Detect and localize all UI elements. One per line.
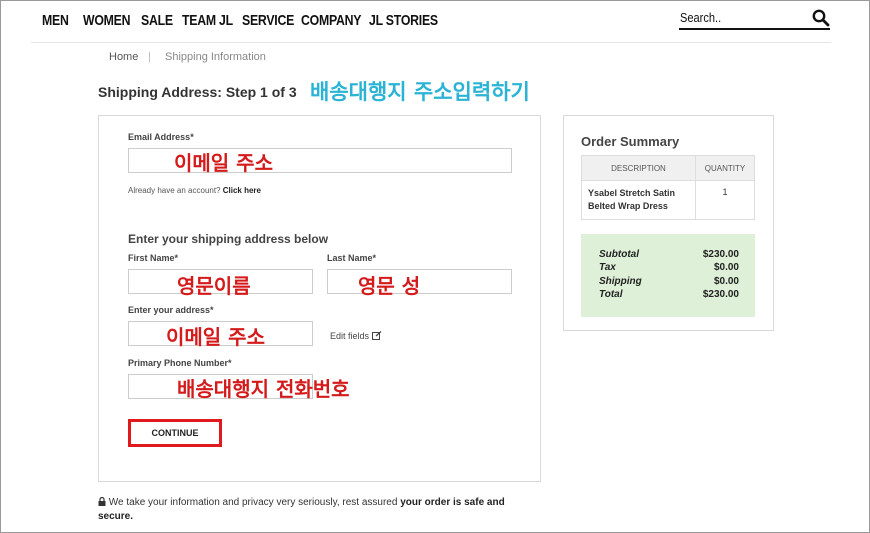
address-label: Enter your address* [128, 305, 214, 315]
click-here-link[interactable]: Click here [223, 186, 261, 195]
total-value: $230.00 [702, 289, 739, 300]
col-description: DESCRIPTION [581, 155, 696, 181]
account-prompt: Already have an account? Click here [128, 186, 261, 195]
privacy-text: We take your information and privacy ver… [108, 497, 398, 508]
total-label: Total [599, 289, 623, 300]
account-text: Already have an account? [128, 186, 221, 195]
search-underline [679, 28, 830, 30]
col-quantity: QUANTITY [695, 155, 755, 181]
nav-service[interactable]: SERVICE [242, 12, 294, 29]
phone-label: Primary Phone Number* [128, 358, 232, 368]
email-label: Email Address* [128, 132, 194, 142]
nav-divider [31, 42, 831, 43]
subtotal-row: Subtotal $230.00 [599, 249, 739, 260]
tax-row: Tax $0.00 [599, 262, 739, 273]
nav-women[interactable]: WOMEN [83, 12, 131, 29]
shipping-value: $0.00 [713, 276, 739, 287]
nav-jl-stories[interactable]: JL STORIES [369, 12, 438, 29]
search-input[interactable]: Search.. [680, 10, 721, 25]
first-name-annotation: 영문이름 [177, 274, 251, 298]
phone-annotation: 배송대행지 전화번호 [177, 377, 350, 401]
total-row: Total $230.00 [599, 289, 739, 300]
table-header-row: DESCRIPTION QUANTITY [581, 155, 755, 181]
tax-value: $0.00 [713, 262, 739, 273]
breadcrumb-current: Shipping Information [165, 51, 266, 63]
order-summary-title: Order Summary [581, 134, 680, 149]
edit-icon [371, 331, 381, 340]
tax-label: Tax [599, 262, 616, 273]
address-annotation: 이메일 주소 [166, 325, 265, 349]
continue-button[interactable]: CONTINUE [128, 419, 222, 447]
item-quantity: 1 [695, 180, 755, 220]
subtotal-label: Subtotal [599, 249, 639, 260]
search-icon[interactable] [812, 9, 830, 27]
privacy-note: We take your information and privacy ver… [98, 496, 518, 524]
last-name-annotation: 영문 성 [358, 274, 421, 298]
title-annotation: 배송대행지 주소입력하기 [310, 80, 530, 104]
first-name-label: First Name* [128, 253, 179, 263]
nav-men[interactable]: MEN [42, 12, 69, 29]
breadcrumb-home[interactable]: Home [109, 51, 138, 63]
edit-fields-label: Edit fields [330, 331, 370, 341]
nav-team-jl[interactable]: TEAM JL [182, 12, 233, 29]
page-title: Shipping Address: Step 1 of 3 [98, 84, 297, 100]
shipping-label: Shipping [599, 276, 642, 287]
nav-company[interactable]: COMPANY [301, 12, 361, 29]
nav-sale[interactable]: SALE [141, 12, 173, 29]
section-heading: Enter your shipping address below [128, 232, 329, 246]
order-table: DESCRIPTION QUANTITY Ysabel Stretch Sati… [581, 155, 755, 220]
email-annotation: 이메일 주소 [174, 151, 273, 175]
table-row: Ysabel Stretch Satin Belted Wrap Dress 1 [581, 180, 755, 220]
subtotal-value: $230.00 [702, 249, 739, 260]
edit-fields-link[interactable]: Edit fields [330, 331, 382, 341]
breadcrumb-separator: | [148, 51, 151, 63]
last-name-label: Last Name* [327, 253, 377, 263]
order-totals: Subtotal $230.00 Tax $0.00 Shipping $0.0… [581, 234, 755, 317]
lock-icon [98, 496, 106, 506]
item-name: Ysabel Stretch Satin Belted Wrap Dress [581, 180, 696, 220]
shipping-row: Shipping $0.00 [599, 276, 739, 287]
